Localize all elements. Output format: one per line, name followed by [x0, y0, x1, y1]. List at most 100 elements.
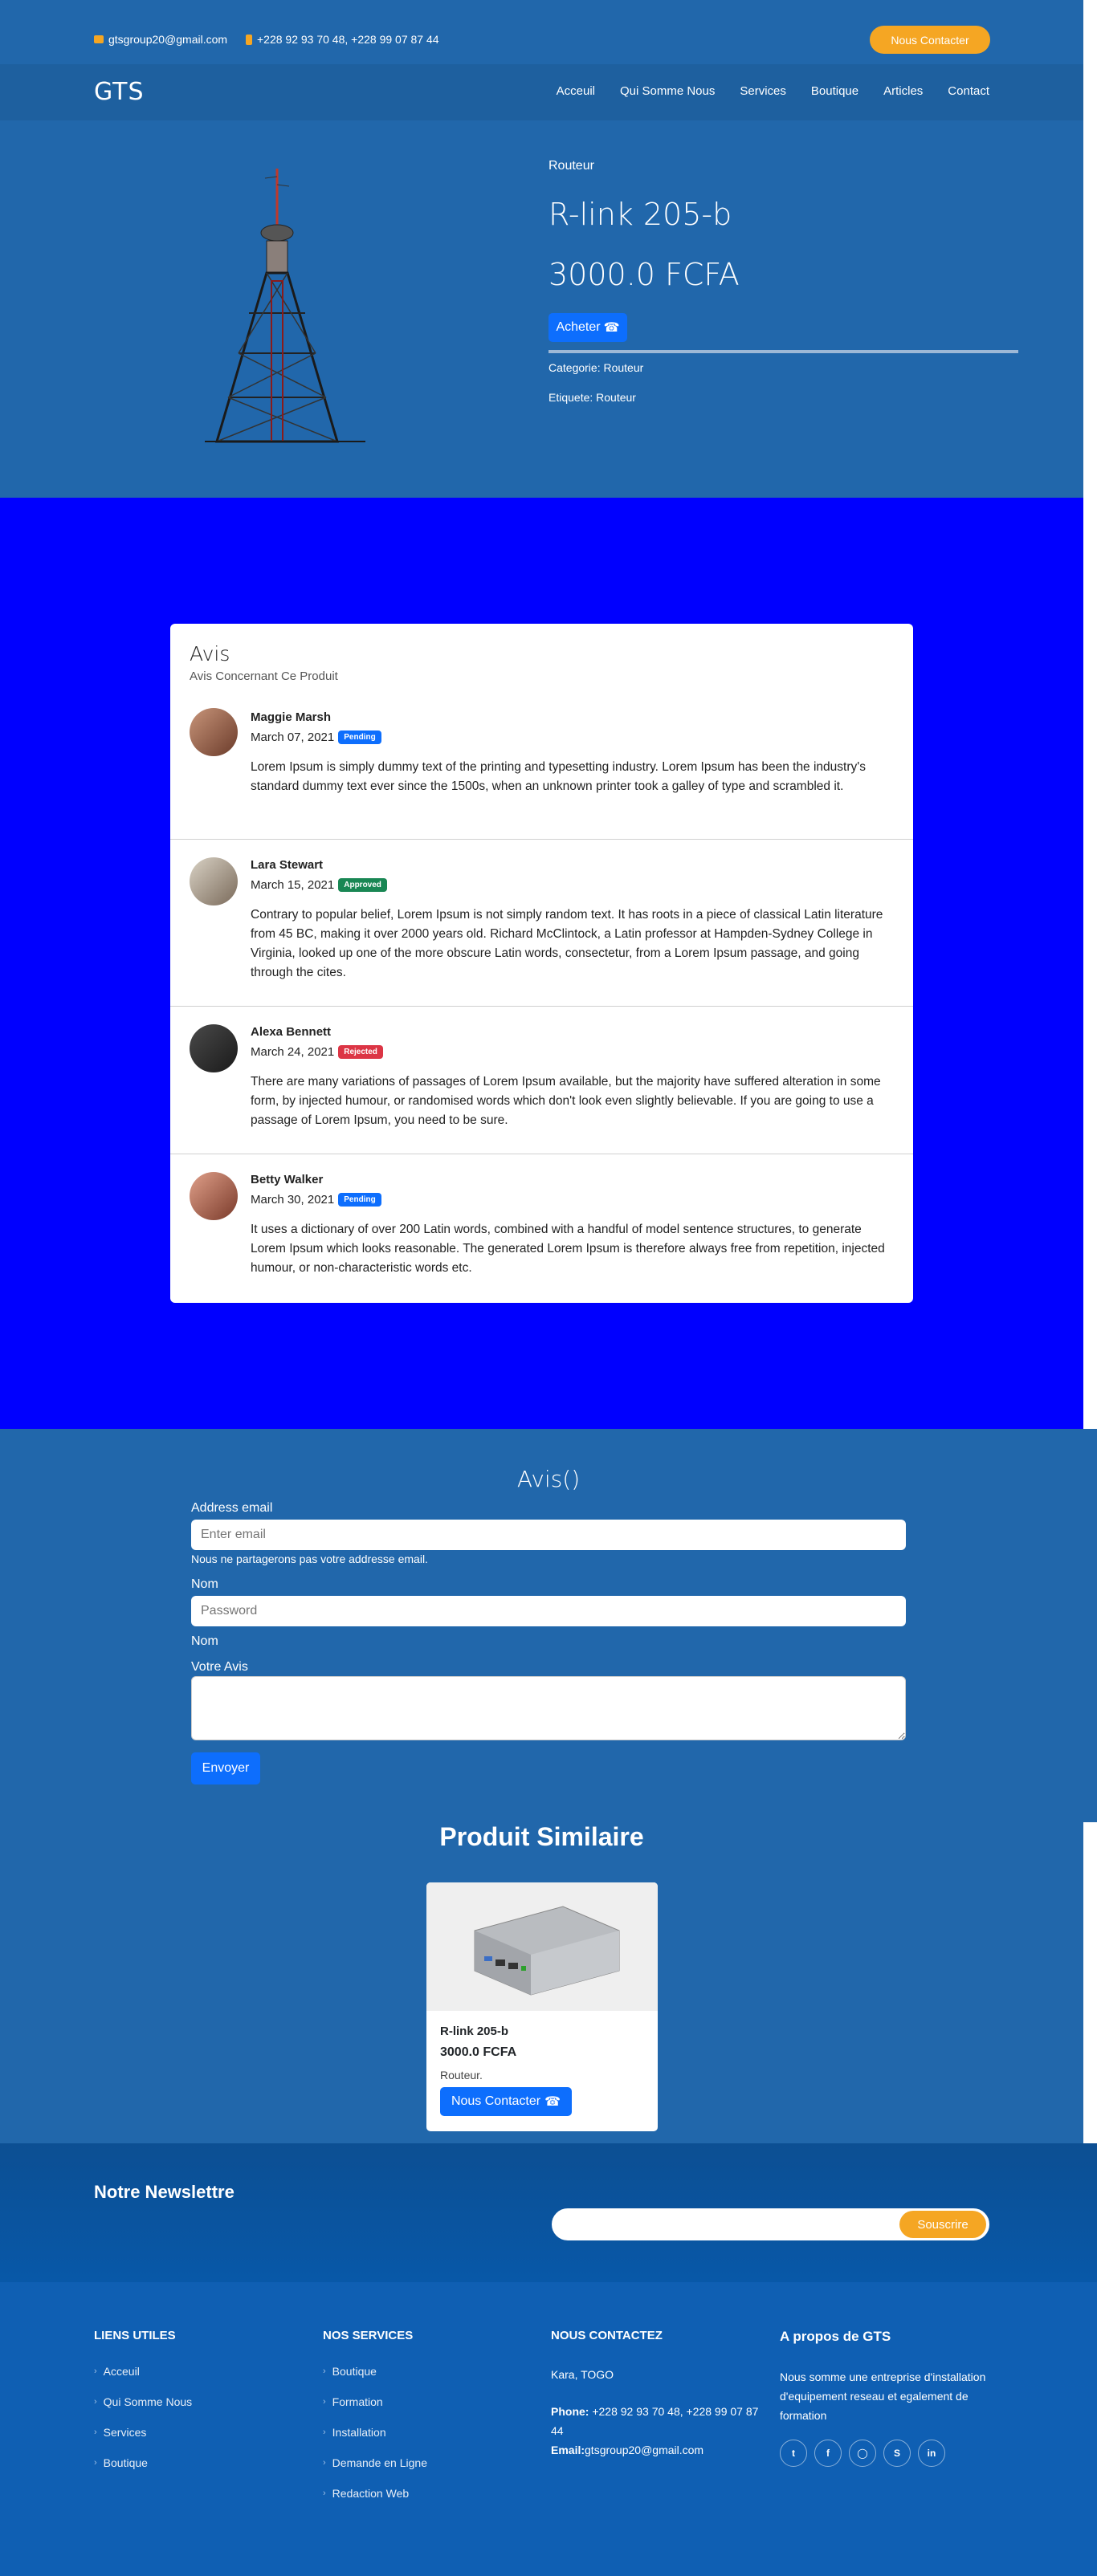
- footer-contact: NOUS CONTACTEZ Kara, TOGO Phone: +228 92…: [551, 2329, 764, 2460]
- top-bar: gtsgroup20@gmail.com +228 92 93 70 48, +…: [0, 0, 1083, 64]
- buy-button-label: Acheter: [556, 320, 601, 334]
- linkedin-icon[interactable]: in: [918, 2440, 945, 2467]
- footer-link-label: Installation: [332, 2426, 386, 2439]
- email-help: Nous ne partagerons pas votre addresse e…: [191, 1553, 428, 1565]
- status-badge: Rejected: [338, 1045, 383, 1059]
- footer-services: NOS SERVICES › Boutique › Formation › Insta…: [323, 2329, 427, 2517]
- similar-contact-button[interactable]: Nous Contacter ☎: [440, 2087, 572, 2116]
- skype-icon[interactable]: S: [883, 2440, 911, 2467]
- footer-link-label: Services: [103, 2426, 147, 2439]
- page-edge: [1083, 0, 1097, 1429]
- twitter-icon[interactable]: t: [780, 2440, 807, 2467]
- main-nav: Acceuil Qui Somme Nous Services Boutique…: [557, 84, 989, 98]
- footer-link-label: Boutique: [332, 2365, 377, 2378]
- status-badge: Pending: [338, 730, 381, 744]
- phone-icon: [246, 34, 252, 45]
- footer-link[interactable]: › Qui Somme Nous: [94, 2395, 192, 2408]
- similar-product-price: 3000.0 FCFA: [440, 2045, 517, 2059]
- product-tag-line: Etiquete: Routeur: [548, 391, 636, 404]
- avatar: [190, 1024, 238, 1072]
- footer-link[interactable]: › Installation: [323, 2426, 427, 2439]
- footer-about-title: A propos de GTS: [780, 2329, 891, 2344]
- social-links: t f ◯ S in: [780, 2440, 989, 2467]
- review-date-row: March 07, 2021 Pending: [251, 730, 381, 744]
- product-category-line: Categorie: Routeur: [548, 361, 644, 374]
- email-field[interactable]: [191, 1520, 906, 1550]
- chevron-right-icon: ›: [94, 2458, 97, 2468]
- footer-email-value[interactable]: gtsgroup20@gmail.com: [585, 2444, 703, 2456]
- footer-link-label: Demande en Ligne: [332, 2456, 427, 2469]
- page-edge: [1083, 1822, 1097, 2143]
- similar-title: Produit Similaire: [439, 1822, 644, 1851]
- similar-product-category: Routeur.: [440, 2069, 483, 2082]
- nav-contact[interactable]: Contact: [948, 84, 989, 98]
- review-textarea[interactable]: [191, 1676, 906, 1740]
- product-name: R-link 205-b: [548, 197, 732, 232]
- avatar: [190, 857, 238, 905]
- footer-useful-title: LIENS UTILES: [94, 2329, 176, 2342]
- nav-shop[interactable]: Boutique: [811, 84, 858, 98]
- chevron-right-icon: ›: [323, 2489, 326, 2498]
- review-date-row: March 24, 2021 Rejected: [251, 1045, 383, 1059]
- chevron-right-icon: ›: [323, 2397, 326, 2407]
- newsletter-title: Notre Newslettre: [94, 2182, 234, 2202]
- footer-link[interactable]: › Redaction Web: [323, 2487, 427, 2500]
- footer-link-label: Acceuil: [103, 2365, 140, 2378]
- top-phone-text: +228 92 93 70 48, +228 99 07 87 44: [257, 33, 439, 46]
- newsletter-section: Notre Newslettre Souscrire: [0, 2143, 1097, 2282]
- name-label-2: Nom: [191, 1634, 218, 1648]
- similar-product-name: R-link 205-b: [440, 2025, 509, 2038]
- chevron-right-icon: ›: [94, 2397, 97, 2407]
- top-phone[interactable]: +228 92 93 70 48, +228 99 07 87 44: [246, 33, 439, 46]
- footer-link[interactable]: › Boutique: [323, 2365, 427, 2378]
- product-hero: Routeur R-link 205-b 3000.0 FCFA Acheter…: [0, 120, 1083, 498]
- footer-useful-links: LIENS UTILES › Acceuil › Qui Somme Nous › S…: [94, 2329, 192, 2487]
- footer-about-text: Nous somme une entreprise d'installation…: [780, 2370, 986, 2422]
- footer-link[interactable]: › Demande en Ligne: [323, 2456, 427, 2469]
- chevron-right-icon: ›: [323, 2458, 326, 2468]
- chevron-right-icon: ›: [94, 2366, 97, 2376]
- footer-phone: Phone: +228 92 93 70 48, +228 99 07 87 4…: [551, 2402, 764, 2440]
- footer-link[interactable]: › Services: [94, 2426, 192, 2439]
- review-text: There are many variations of passages of…: [251, 1075, 881, 1127]
- divider: [548, 350, 1018, 353]
- review-date: March 24, 2021: [251, 1045, 335, 1059]
- footer-link[interactable]: › Boutique: [94, 2456, 192, 2469]
- submit-button[interactable]: Envoyer: [191, 1752, 260, 1784]
- footer-link[interactable]: › Formation: [323, 2395, 427, 2408]
- review-text: Lorem Ipsum is simply dummy text of the …: [251, 760, 866, 793]
- nav-about[interactable]: Qui Somme Nous: [620, 84, 715, 98]
- review-author: Alexa Bennett: [251, 1025, 332, 1039]
- footer-link-label: Qui Somme Nous: [103, 2395, 193, 2408]
- top-email-text: gtsgroup20@gmail.com: [108, 33, 228, 46]
- review-item: Betty Walker March 30, 2021 Pending It u…: [170, 1154, 913, 1303]
- envelope-icon: [94, 35, 104, 43]
- brand-logo[interactable]: GTS: [94, 78, 145, 106]
- contact-us-button[interactable]: Nous Contacter: [870, 26, 990, 54]
- whatsapp-icon: ☎: [544, 2095, 561, 2109]
- footer-link[interactable]: › Acceuil: [94, 2365, 192, 2378]
- footer-about: A propos de GTS Nous somme une entrepris…: [780, 2329, 989, 2467]
- review-date-row: March 15, 2021 Approved: [251, 878, 387, 892]
- buy-button[interactable]: Acheter ☎: [548, 313, 627, 342]
- top-email[interactable]: gtsgroup20@gmail.com: [94, 33, 227, 46]
- whatsapp-icon: ☎: [603, 321, 620, 335]
- footer-email-label: Email:: [551, 2444, 585, 2456]
- email-label: Address email: [191, 1501, 273, 1515]
- reviews-card: Avis Avis Concernant Ce Produit Maggie M…: [170, 624, 913, 1303]
- instagram-icon[interactable]: ◯: [849, 2440, 876, 2467]
- form-title: Avis(): [516, 1466, 581, 1492]
- product-category: Routeur: [548, 159, 594, 173]
- nav-home[interactable]: Acceuil: [557, 84, 595, 98]
- reviews-subtitle: Avis Concernant Ce Produit: [190, 669, 338, 683]
- nav-services[interactable]: Services: [740, 84, 786, 98]
- similar-product-image: [426, 1882, 658, 2011]
- name-field[interactable]: [191, 1596, 906, 1626]
- similar-product-card[interactable]: R-link 205-b 3000.0 FCFA Routeur. Nous C…: [426, 1882, 658, 2131]
- nav-articles[interactable]: Articles: [883, 84, 923, 98]
- facebook-icon[interactable]: f: [814, 2440, 842, 2467]
- product-image: [205, 169, 365, 443]
- chevron-right-icon: ›: [323, 2366, 326, 2376]
- subscribe-button[interactable]: Souscrire: [899, 2211, 986, 2238]
- review-text: Contrary to popular belief, Lorem Ipsum …: [251, 908, 883, 979]
